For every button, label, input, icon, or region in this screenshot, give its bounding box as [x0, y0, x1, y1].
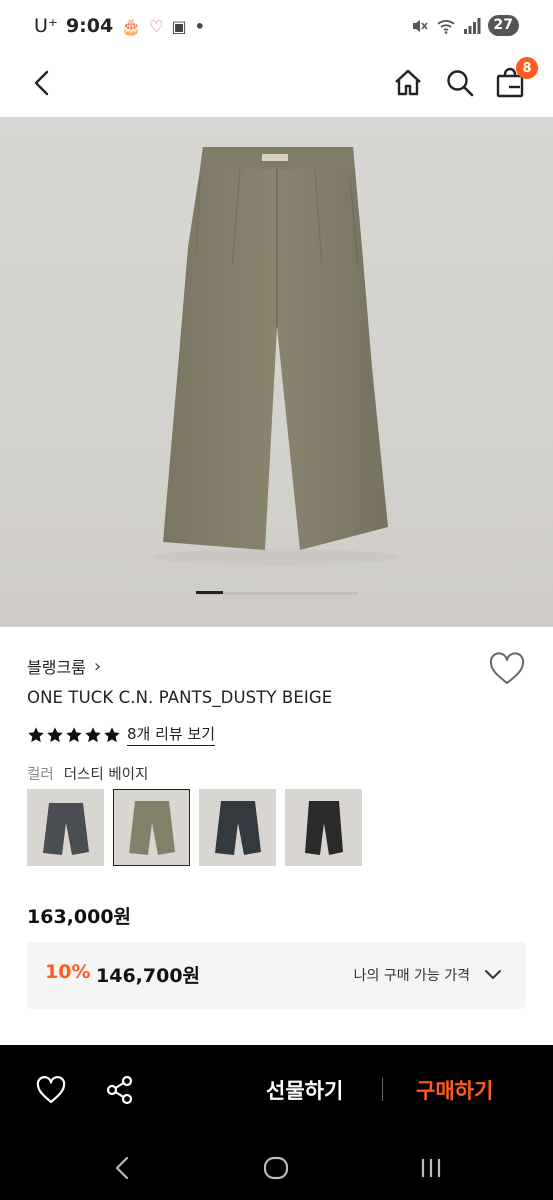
divider [382, 1078, 383, 1101]
back-arrow-icon [34, 70, 49, 96]
search-icon [447, 70, 474, 97]
heart-notification-icon: ♡ [149, 16, 164, 36]
swatch-image [215, 801, 261, 855]
discount-price-box: 10% 146,700원 나의 구매 가능 가격 [27, 942, 526, 1009]
product-title: ONE TUCK C.N. PANTS_DUSTY BEIGE [27, 688, 333, 707]
share-button[interactable] [105, 1075, 135, 1105]
star-icon [104, 726, 120, 742]
mute-icon [412, 19, 428, 32]
product-image-carousel[interactable] [0, 117, 553, 627]
swatch-image [43, 803, 89, 855]
home-circle-icon [263, 1156, 289, 1180]
star-icon [47, 726, 63, 742]
swatch-navy[interactable] [199, 789, 276, 866]
heart-icon [36, 1076, 66, 1104]
gift-button[interactable]: 선물하기 [266, 1075, 343, 1105]
star-icon [85, 726, 101, 742]
carrier-label: U⁺ [34, 15, 58, 37]
color-value: 더스티 베이지 [63, 767, 149, 783]
signal-icon [463, 17, 481, 34]
discount-rate: 10% [45, 961, 91, 983]
product-image [151, 147, 401, 565]
top-nav: 8 [0, 55, 553, 117]
battery-indicator: 27 [487, 15, 519, 36]
product-detail-page: U⁺ 9:04 🎂 ♡ ▣ • 27 8 블랭크룸 › ONE TUCK C.N… [0, 0, 553, 1200]
carousel-active-indicator [196, 591, 223, 594]
swatch-charcoal-stripe[interactable] [27, 789, 104, 866]
star-rating [27, 726, 121, 744]
my-price-toggle[interactable]: 나의 구매 가능 가격 [354, 965, 502, 985]
share-icon [106, 1075, 133, 1105]
brand-name: 블랭크룸 [27, 658, 86, 677]
recents-icon [421, 1159, 441, 1177]
star-icon [28, 726, 44, 742]
system-back-button[interactable] [107, 1154, 137, 1182]
swatch-black[interactable] [285, 789, 362, 866]
swatch-image [305, 801, 343, 855]
search-button[interactable] [440, 63, 480, 103]
carousel-indicator [196, 591, 358, 595]
clock: 9:04 [65, 15, 114, 37]
swatch-dusty-beige[interactable] [113, 789, 190, 866]
heart-icon [489, 652, 525, 684]
swatch-image [129, 801, 175, 855]
sale-price: 146,700원 [96, 965, 201, 987]
home-button[interactable] [388, 63, 428, 103]
buy-button[interactable]: 구매하기 [416, 1075, 493, 1105]
home-icon [395, 69, 421, 96]
wishlist-button[interactable] [488, 652, 526, 688]
star-icon [66, 726, 82, 742]
color-row: 컬러 더스티 베이지 [27, 763, 148, 784]
chevron-down-icon [485, 970, 501, 979]
back-icon [115, 1156, 129, 1180]
color-label: 컬러 [27, 767, 54, 783]
system-home-button[interactable] [261, 1154, 291, 1182]
system-nav-bar [0, 1135, 553, 1200]
brand-link[interactable]: 블랭크룸 › [27, 654, 101, 678]
cake-icon: 🎂 [121, 16, 142, 36]
wifi-icon [436, 19, 455, 34]
cart-count-badge: 8 [516, 57, 538, 79]
status-bar: U⁺ 9:04 🎂 ♡ ▣ • 27 [0, 0, 553, 55]
cart-button[interactable]: 8 [490, 57, 538, 103]
original-price: 163,000원 [27, 906, 132, 928]
system-recents-button[interactable] [416, 1154, 446, 1182]
review-link[interactable]: 8개 리뷰 보기 [127, 723, 216, 746]
color-swatches [27, 789, 362, 866]
back-button[interactable] [24, 65, 60, 101]
wishlist-bottom-button[interactable] [36, 1076, 66, 1104]
screenshot-icon: ▣ [171, 16, 187, 36]
my-price-label: 나의 구매 가능 가격 [353, 968, 470, 984]
rating-row: 8개 리뷰 보기 [27, 723, 216, 746]
dot-icon: • [194, 16, 205, 36]
bottom-action-bar: 선물하기 구매하기 [0, 1045, 553, 1135]
chevron-right-icon: › [93, 655, 102, 677]
